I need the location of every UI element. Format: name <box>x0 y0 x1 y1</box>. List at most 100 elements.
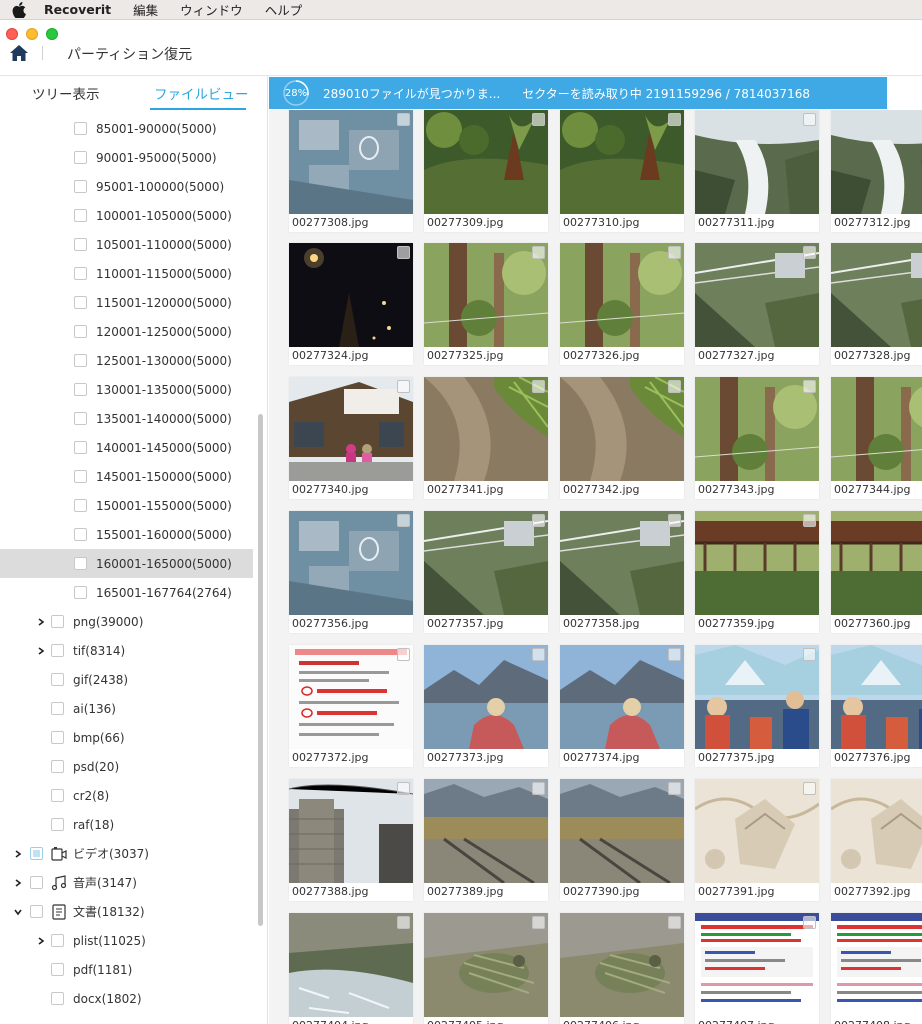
tree-item-range[interactable]: 100001-105000(5000) <box>0 201 253 230</box>
file-checkbox[interactable] <box>532 782 545 795</box>
file-checkbox[interactable] <box>803 380 816 393</box>
file-checkbox[interactable] <box>668 648 681 661</box>
file-card[interactable]: 00277392.jpg <box>831 779 922 901</box>
tree-item-format[interactable]: bmp(66) <box>0 723 253 752</box>
file-card[interactable]: 00277375.jpg <box>695 645 819 767</box>
file-checkbox[interactable] <box>668 246 681 259</box>
row-checkbox[interactable] <box>51 789 64 802</box>
file-checkbox[interactable] <box>668 916 681 929</box>
maximize-window-button[interactable] <box>46 28 58 40</box>
row-checkbox[interactable] <box>74 586 87 599</box>
file-card[interactable]: 00277360.jpg <box>831 511 922 633</box>
file-card[interactable]: 00277408.jpg <box>831 913 922 1024</box>
row-checkbox[interactable] <box>74 412 87 425</box>
chevron-right-icon[interactable] <box>13 878 23 888</box>
file-card[interactable]: 00277374.jpg <box>560 645 684 767</box>
tree-item-range[interactable]: 140001-145000(5000) <box>0 433 253 462</box>
file-checkbox[interactable] <box>532 514 545 527</box>
row-checkbox[interactable] <box>51 731 64 744</box>
tree-item-format[interactable]: tif(8314) <box>0 636 253 665</box>
file-card[interactable]: 00277391.jpg <box>695 779 819 901</box>
tree-item-doc-format[interactable]: docx(1802) <box>0 984 253 1013</box>
file-card[interactable]: 00277309.jpg <box>424 110 548 232</box>
file-card[interactable]: 00277373.jpg <box>424 645 548 767</box>
file-card[interactable]: 00277326.jpg <box>560 243 684 365</box>
row-checkbox[interactable] <box>74 180 87 193</box>
file-card[interactable]: 00277406.jpg <box>560 913 684 1024</box>
row-checkbox[interactable] <box>30 905 43 918</box>
row-checkbox[interactable] <box>74 296 87 309</box>
menu-edit[interactable]: 編集 <box>133 0 158 19</box>
tree-item-format[interactable]: raf(18) <box>0 810 253 839</box>
file-card[interactable]: 00277405.jpg <box>424 913 548 1024</box>
row-checkbox[interactable] <box>51 644 64 657</box>
tree-item-format[interactable]: png(39000) <box>0 607 253 636</box>
home-icon[interactable] <box>9 44 29 62</box>
tree-item-range[interactable]: 95001-100000(5000) <box>0 172 253 201</box>
row-checkbox[interactable] <box>74 209 87 222</box>
row-checkbox[interactable] <box>51 702 64 715</box>
file-checkbox[interactable] <box>397 514 410 527</box>
file-card[interactable]: 00277310.jpg <box>560 110 684 232</box>
tree-item-format[interactable]: psd(20) <box>0 752 253 781</box>
menu-app-name[interactable]: Recoverit <box>44 2 111 17</box>
file-card[interactable]: 00277376.jpg <box>831 645 922 767</box>
file-card[interactable]: 00277312.jpg <box>831 110 922 232</box>
tab-file-view[interactable]: ファイルビュー <box>154 83 249 103</box>
file-checkbox[interactable] <box>397 246 410 259</box>
row-checkbox[interactable] <box>51 934 64 947</box>
file-checkbox[interactable] <box>668 113 681 126</box>
file-checkbox[interactable] <box>397 380 410 393</box>
file-card[interactable]: 00277358.jpg <box>560 511 684 633</box>
file-card[interactable]: 00277389.jpg <box>424 779 548 901</box>
tree-item-range[interactable]: 105001-110000(5000) <box>0 230 253 259</box>
tree-item-range[interactable]: 90001-95000(5000) <box>0 143 253 172</box>
row-checkbox[interactable] <box>74 354 87 367</box>
file-checkbox[interactable] <box>803 246 816 259</box>
row-checkbox[interactable] <box>51 992 64 1005</box>
minimize-window-button[interactable] <box>26 28 38 40</box>
tree-item-doc-format[interactable]: pdf(1181) <box>0 955 253 984</box>
tree-item-range[interactable]: 130001-135000(5000) <box>0 375 253 404</box>
tree-item-range[interactable]: 135001-140000(5000) <box>0 404 253 433</box>
file-checkbox[interactable] <box>803 916 816 929</box>
file-card[interactable]: 00277344.jpg <box>831 377 922 499</box>
file-card[interactable]: 00277343.jpg <box>695 377 819 499</box>
file-checkbox[interactable] <box>532 380 545 393</box>
row-checkbox[interactable] <box>74 470 87 483</box>
file-card[interactable]: 00277357.jpg <box>424 511 548 633</box>
file-checkbox[interactable] <box>532 916 545 929</box>
row-checkbox[interactable] <box>74 499 87 512</box>
file-checkbox[interactable] <box>803 782 816 795</box>
file-checkbox[interactable] <box>397 916 410 929</box>
row-checkbox[interactable] <box>51 760 64 773</box>
tree-item-format[interactable]: gif(2438) <box>0 665 253 694</box>
row-checkbox[interactable] <box>74 528 87 541</box>
sidebar-scrollbar[interactable] <box>258 414 263 926</box>
file-checkbox[interactable] <box>803 514 816 527</box>
file-card[interactable]: 00277359.jpg <box>695 511 819 633</box>
row-checkbox[interactable] <box>51 818 64 831</box>
file-card[interactable]: 00277356.jpg <box>289 511 413 633</box>
file-card[interactable]: 00277324.jpg <box>289 243 413 365</box>
file-checkbox[interactable] <box>532 113 545 126</box>
file-checkbox[interactable] <box>668 514 681 527</box>
row-checkbox[interactable] <box>74 383 87 396</box>
chevron-right-icon[interactable] <box>36 617 46 627</box>
row-checkbox[interactable] <box>74 151 87 164</box>
tree-item-format[interactable]: cr2(8) <box>0 781 253 810</box>
tree-item-range[interactable]: 145001-150000(5000) <box>0 462 253 491</box>
tree-item-category[interactable]: 音声(3147) <box>0 868 253 897</box>
menu-window[interactable]: ウィンドウ <box>180 0 243 19</box>
file-checkbox[interactable] <box>532 246 545 259</box>
tree-item-range[interactable]: 110001-115000(5000) <box>0 259 253 288</box>
row-checkbox[interactable] <box>74 557 87 570</box>
file-card[interactable]: 00277342.jpg <box>560 377 684 499</box>
file-card[interactable]: 00277325.jpg <box>424 243 548 365</box>
chevron-right-icon[interactable] <box>13 849 23 859</box>
file-card[interactable]: 00277388.jpg <box>289 779 413 901</box>
tree-item-range[interactable]: 155001-160000(5000) <box>0 520 253 549</box>
chevron-right-icon[interactable] <box>36 936 46 946</box>
file-card[interactable]: 00277372.jpg <box>289 645 413 767</box>
file-card[interactable]: 00277404.jpg <box>289 913 413 1024</box>
